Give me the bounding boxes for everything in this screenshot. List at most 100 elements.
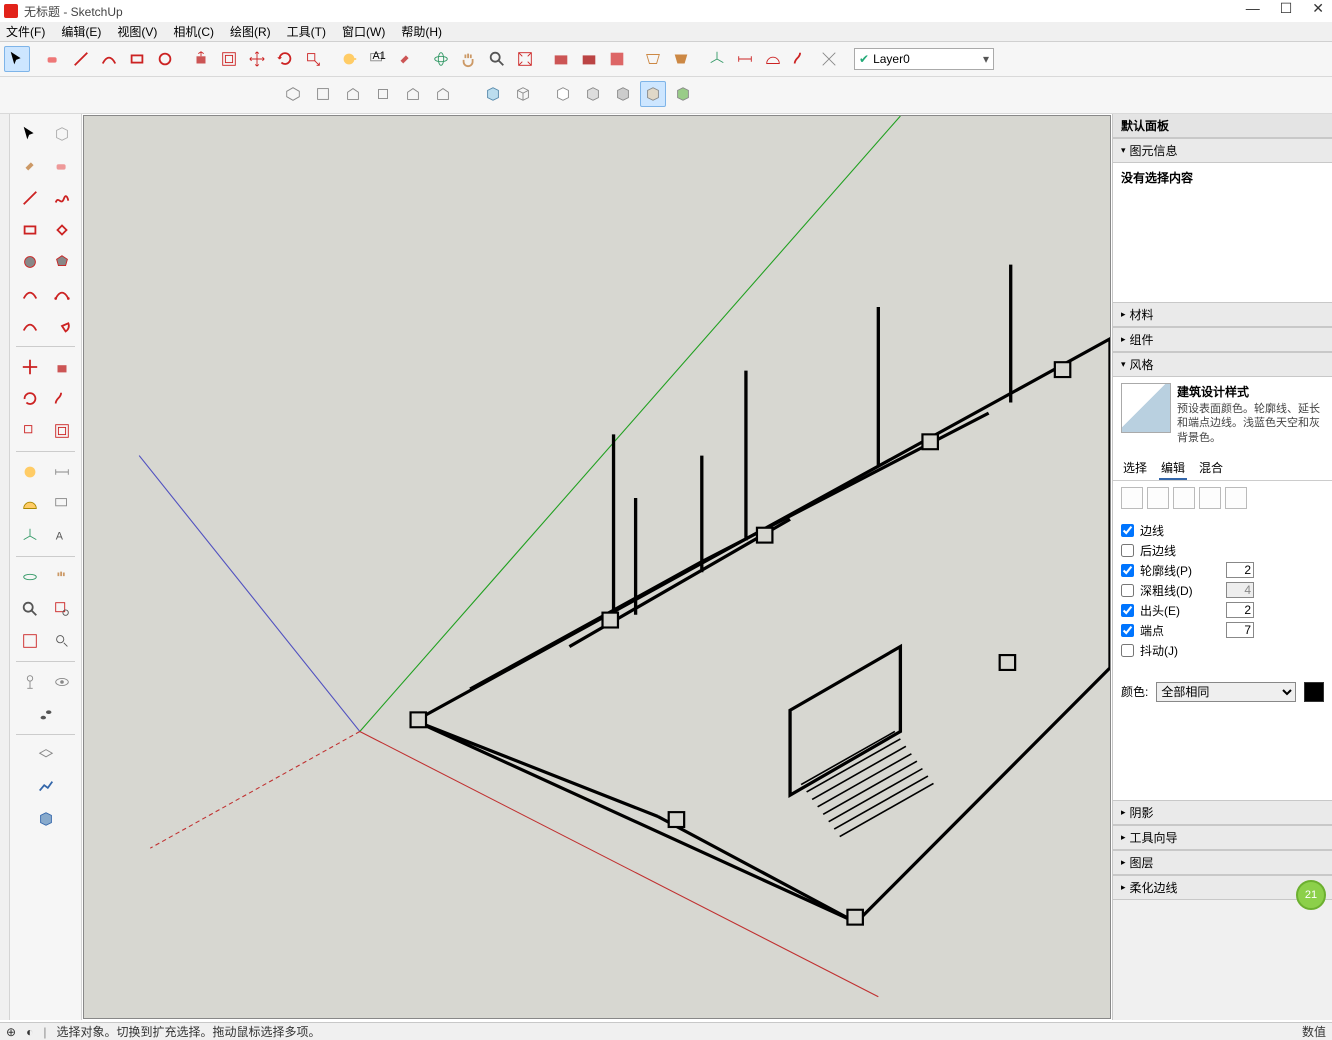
iso-view-icon[interactable] bbox=[280, 81, 306, 107]
section-plane-icon[interactable] bbox=[32, 741, 60, 769]
menu-window[interactable]: 窗口(W) bbox=[342, 23, 385, 40]
color-swatch[interactable] bbox=[1304, 682, 1324, 702]
previous-view-icon[interactable] bbox=[48, 627, 76, 655]
close-button[interactable]: ✕ bbox=[1312, 0, 1324, 17]
right-view-icon[interactable] bbox=[370, 81, 396, 107]
rotate-tool-icon[interactable] bbox=[272, 46, 298, 72]
profiles-input[interactable] bbox=[1226, 562, 1254, 578]
zoom-window-icon[interactable] bbox=[48, 595, 76, 623]
shaded-tex-style-icon[interactable] bbox=[610, 81, 636, 107]
orbit-icon[interactable] bbox=[16, 563, 44, 591]
3dtext-icon2[interactable]: A bbox=[48, 522, 76, 550]
followme-icon[interactable] bbox=[788, 46, 814, 72]
3dtext-icon[interactable] bbox=[816, 46, 842, 72]
left-view-icon[interactable] bbox=[430, 81, 456, 107]
menu-edit[interactable]: 编辑(E) bbox=[61, 23, 101, 40]
model-viewport[interactable] bbox=[83, 115, 1111, 1019]
style-thumbnail[interactable] bbox=[1121, 383, 1171, 433]
axes-tool-icon[interactable] bbox=[704, 46, 730, 72]
watermark-settings-icon[interactable] bbox=[1199, 487, 1221, 509]
edge-settings-icon[interactable] bbox=[1121, 487, 1143, 509]
protractor-icon2[interactable] bbox=[16, 490, 44, 518]
pushpull-icon[interactable] bbox=[48, 353, 76, 381]
move-icon[interactable] bbox=[16, 353, 44, 381]
section-icon[interactable] bbox=[640, 46, 666, 72]
edges-checkbox[interactable] bbox=[1121, 524, 1134, 537]
line-icon[interactable] bbox=[16, 184, 44, 212]
extension-checkbox[interactable] bbox=[1121, 604, 1134, 617]
endpoints-checkbox[interactable] bbox=[1121, 624, 1134, 637]
geo-icon[interactable]: ⊕ bbox=[6, 1025, 16, 1039]
zoom-icon[interactable] bbox=[16, 595, 44, 623]
face-settings-icon[interactable] bbox=[1147, 487, 1169, 509]
paint-icon[interactable] bbox=[16, 152, 44, 180]
rotate-icon[interactable] bbox=[16, 385, 44, 413]
3pt-arc-icon[interactable] bbox=[16, 312, 44, 340]
walk-icon[interactable] bbox=[32, 700, 60, 728]
zoom-tool-icon[interactable] bbox=[484, 46, 510, 72]
hidden-line-style-icon[interactable] bbox=[550, 81, 576, 107]
tab-edit[interactable]: 编辑 bbox=[1159, 457, 1187, 480]
arc-icon[interactable] bbox=[16, 280, 44, 308]
paint-tool-icon[interactable] bbox=[392, 46, 418, 72]
pan-tool-icon[interactable] bbox=[456, 46, 482, 72]
profiles-checkbox[interactable] bbox=[1121, 564, 1134, 577]
pie-icon[interactable] bbox=[48, 312, 76, 340]
warehouse-icon[interactable] bbox=[548, 46, 574, 72]
arc-tool-icon[interactable] bbox=[96, 46, 122, 72]
minimize-button[interactable]: — bbox=[1246, 0, 1260, 17]
layout-icon[interactable] bbox=[604, 46, 630, 72]
endpoints-input[interactable] bbox=[1226, 622, 1254, 638]
tape-icon[interactable] bbox=[16, 458, 44, 486]
solid-tools-icon[interactable] bbox=[32, 805, 60, 833]
styles-header[interactable]: ▾风格 bbox=[1113, 352, 1332, 377]
scale-icon[interactable] bbox=[16, 417, 44, 445]
menu-tools[interactable]: 工具(T) bbox=[287, 23, 326, 40]
position-camera-icon[interactable] bbox=[16, 668, 44, 696]
menu-help[interactable]: 帮助(H) bbox=[401, 23, 442, 40]
move-tool-icon[interactable] bbox=[244, 46, 270, 72]
component-icon[interactable] bbox=[48, 120, 76, 148]
extension-input[interactable] bbox=[1226, 602, 1254, 618]
entity-info-header[interactable]: ▾图元信息 bbox=[1113, 138, 1332, 163]
sandbox-icon[interactable] bbox=[32, 773, 60, 801]
tab-mix[interactable]: 混合 bbox=[1197, 457, 1225, 480]
menu-camera[interactable]: 相机(C) bbox=[173, 23, 214, 40]
depth-checkbox[interactable] bbox=[1121, 584, 1134, 597]
offset-icon[interactable] bbox=[48, 417, 76, 445]
instructor-header[interactable]: ▸工具向导 bbox=[1113, 825, 1332, 850]
shadows-header[interactable]: ▸阴影 bbox=[1113, 800, 1332, 825]
materials-header[interactable]: ▸材料 bbox=[1113, 302, 1332, 327]
front-view-icon[interactable] bbox=[340, 81, 366, 107]
circle-tool-icon[interactable] bbox=[152, 46, 178, 72]
shaded-style-icon[interactable] bbox=[580, 81, 606, 107]
modeling-settings-icon[interactable] bbox=[1225, 487, 1247, 509]
pan-icon[interactable] bbox=[48, 563, 76, 591]
back-edges-checkbox[interactable] bbox=[1121, 544, 1134, 557]
back-view-icon[interactable] bbox=[400, 81, 426, 107]
line-tool-icon[interactable] bbox=[68, 46, 94, 72]
offset-tool-icon[interactable] bbox=[216, 46, 242, 72]
pushpull-tool-icon[interactable] bbox=[188, 46, 214, 72]
menu-file[interactable]: 文件(F) bbox=[6, 23, 45, 40]
wireframe-style-icon[interactable] bbox=[510, 81, 536, 107]
followme-icon2[interactable] bbox=[48, 385, 76, 413]
polygon-icon[interactable] bbox=[48, 248, 76, 276]
2pt-arc-icon[interactable] bbox=[48, 280, 76, 308]
claim-icon[interactable]: ◐ bbox=[26, 1025, 33, 1039]
section-display-icon[interactable] bbox=[668, 46, 694, 72]
jitter-checkbox[interactable] bbox=[1121, 644, 1134, 657]
tape-tool-icon[interactable] bbox=[336, 46, 362, 72]
notification-badge[interactable]: 21 bbox=[1296, 880, 1326, 910]
zoom-extents-icon[interactable] bbox=[512, 46, 538, 72]
rot-rectangle-icon[interactable] bbox=[48, 216, 76, 244]
text-icon[interactable] bbox=[48, 490, 76, 518]
menu-draw[interactable]: 绘图(R) bbox=[230, 23, 271, 40]
orbit-tool-icon[interactable] bbox=[428, 46, 454, 72]
look-around-icon[interactable] bbox=[48, 668, 76, 696]
color-mode-select[interactable]: 全部相同 bbox=[1156, 682, 1296, 702]
select-icon[interactable] bbox=[16, 120, 44, 148]
scale-tool-icon[interactable] bbox=[300, 46, 326, 72]
zoom-extents-icon2[interactable] bbox=[16, 627, 44, 655]
layers-header[interactable]: ▸图层 bbox=[1113, 850, 1332, 875]
